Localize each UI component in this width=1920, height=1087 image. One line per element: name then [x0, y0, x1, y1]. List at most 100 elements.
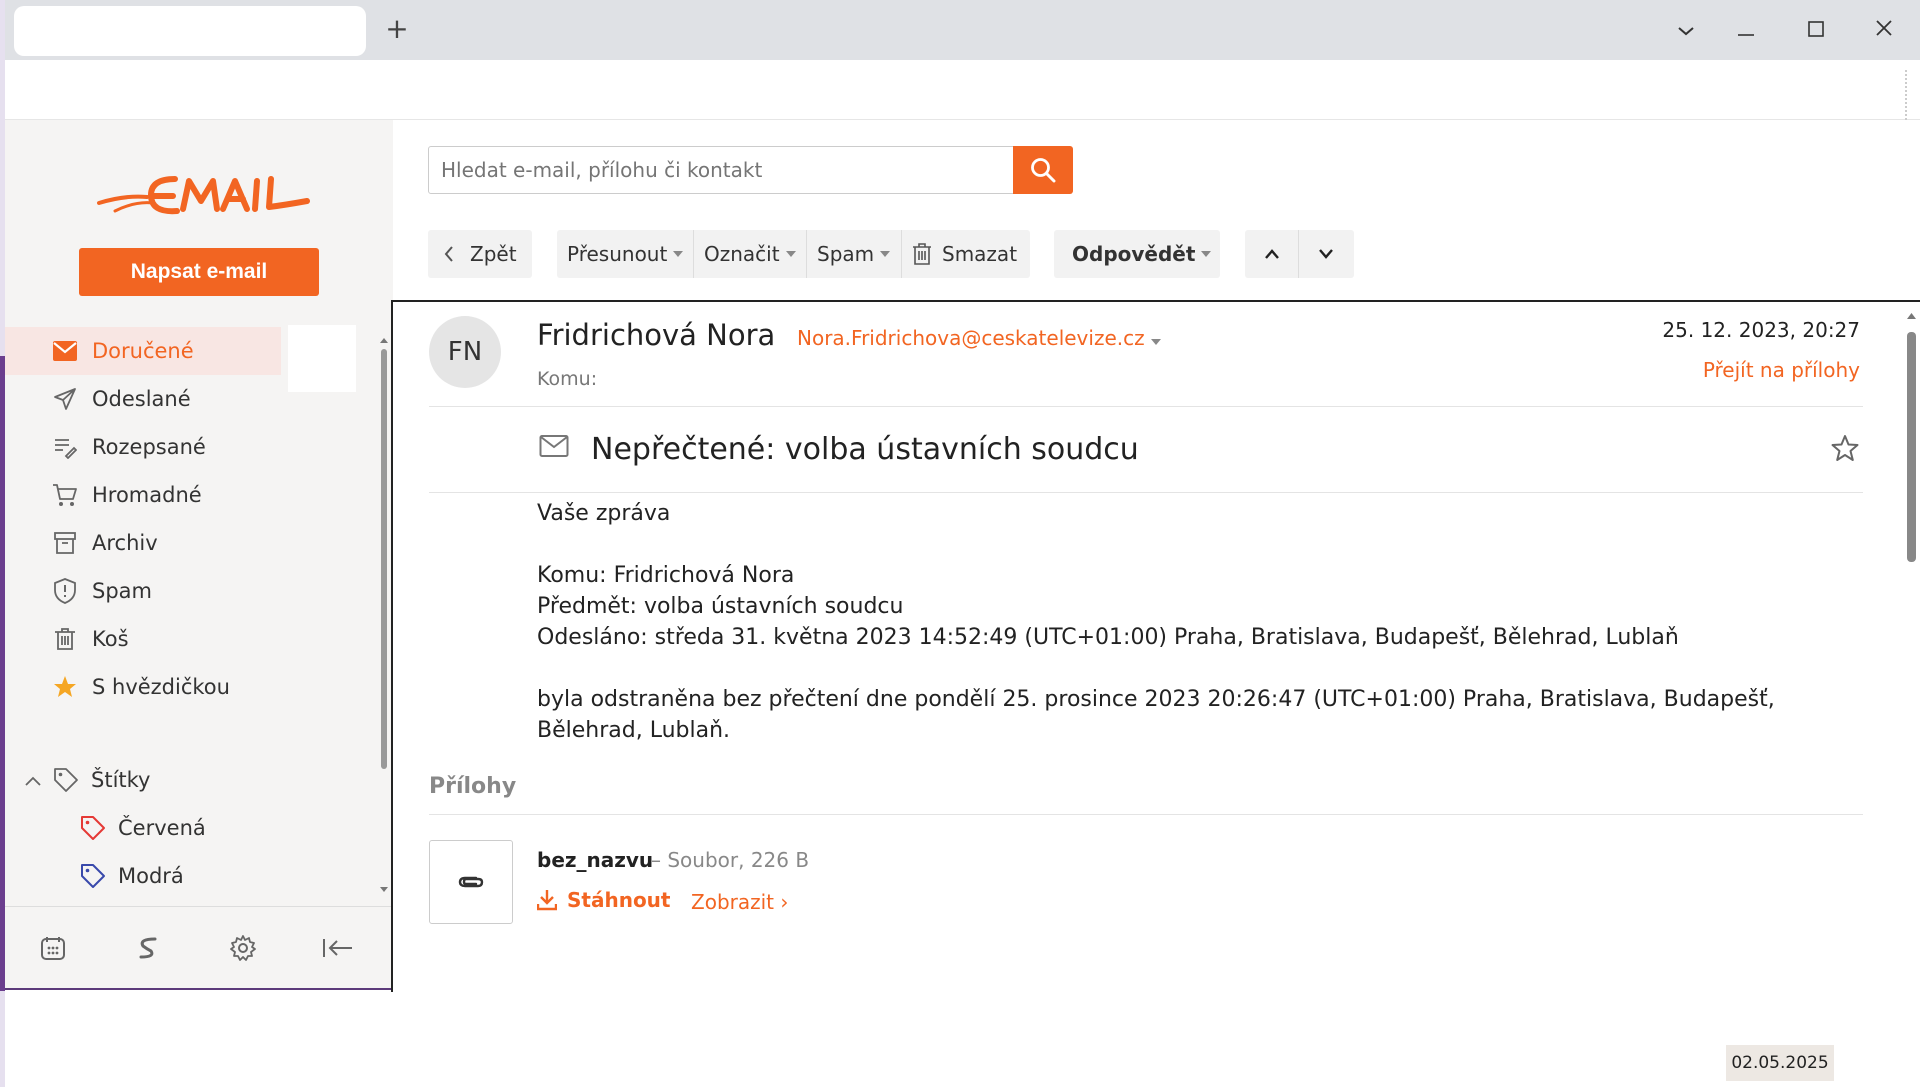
inbox-icon — [50, 336, 80, 366]
sidebar-item-label: Hromadné — [92, 483, 202, 507]
blue-tag-icon — [80, 863, 106, 889]
minimize-icon[interactable] — [1726, 14, 1766, 48]
new-tab-button[interactable]: + — [382, 12, 412, 46]
taskbar-date: 02.05.2025 — [1726, 1045, 1834, 1081]
sidebar-item-starred[interactable]: S hvězdičkou — [5, 663, 375, 711]
search-button[interactable] — [1013, 146, 1073, 194]
envelope-icon — [539, 434, 569, 462]
reader-scrollbar[interactable] — [1903, 302, 1920, 922]
close-icon[interactable] — [1864, 14, 1904, 48]
tab-list-dropdown-icon[interactable] — [1666, 14, 1706, 48]
chevron-up-icon — [1264, 249, 1280, 259]
back-button[interactable]: Zpět — [428, 230, 532, 278]
browser-menu-icon[interactable] — [1905, 70, 1908, 120]
email-logo[interactable] — [95, 165, 310, 225]
delete-label: Smazat — [942, 242, 1018, 266]
star-outline-icon[interactable] — [1831, 434, 1859, 466]
sidebar-item-trash[interactable]: Koš — [5, 615, 375, 663]
move-label: Přesunout — [567, 242, 668, 266]
sidebar-item-label: S hvězdičkou — [92, 675, 230, 699]
search-icon — [1030, 157, 1056, 183]
reply-label: Odpovědět — [1072, 242, 1196, 266]
sidebar-item-label: Archiv — [92, 531, 158, 555]
body-line: Předmět: volba ústavních soudcu — [537, 594, 904, 619]
sidebar-scrollbar-thumb[interactable] — [381, 349, 387, 769]
sidebar-item-label: Koš — [92, 627, 129, 651]
attachments-header: Přílohy — [429, 774, 517, 799]
message-reader: FN Fridrichová Nora Nora.Fridrichova@ces… — [391, 300, 1920, 992]
label-item-text: Červená — [118, 816, 206, 840]
labels-header[interactable]: Štítky — [25, 756, 150, 804]
send-icon — [50, 384, 80, 414]
chevron-down-icon — [1318, 249, 1334, 259]
cart-icon — [50, 480, 80, 510]
label-item-red[interactable]: Červená — [80, 804, 206, 852]
spam-label: Spam — [817, 242, 875, 266]
divider — [429, 492, 1863, 493]
sidebar-item-inbox[interactable]: Doručené — [5, 327, 281, 375]
sidebar-item-label: Odeslané — [92, 387, 191, 411]
download-icon — [537, 889, 557, 911]
settings-icon[interactable] — [195, 934, 290, 962]
reader-scrollbar-thumb[interactable] — [1907, 332, 1916, 562]
sidebar-item-archive[interactable]: Archiv — [5, 519, 375, 567]
draft-icon — [50, 432, 80, 462]
body-line: Odesláno: středa 31. května 2023 14:52:4… — [537, 625, 1679, 650]
label-item-blue[interactable]: Modrá — [80, 852, 184, 900]
sidebar-item-drafts[interactable]: Rozepsané — [5, 423, 375, 471]
view-attachment-link[interactable]: Zobrazit › — [691, 890, 788, 914]
label-item-text: Modrá — [118, 864, 184, 888]
goto-attachments-link[interactable]: Přejít na přílohy — [1703, 358, 1860, 382]
attachment-meta: – Soubor, 226 B — [651, 848, 810, 872]
browser-toolbar — [5, 60, 1920, 120]
message-body: Vaše zpráva Komu: Fridrichová Nora Předm… — [537, 498, 1867, 746]
browser-tab-bar: + — [0, 0, 1920, 60]
spam-button[interactable]: Spam — [807, 230, 902, 278]
tag-icon — [53, 767, 79, 793]
caret-down-icon — [673, 251, 684, 257]
reply-button[interactable]: Odpovědět — [1054, 230, 1220, 278]
s-brand-icon[interactable] — [100, 935, 195, 961]
collapse-sidebar-icon[interactable] — [290, 937, 385, 959]
maximize-icon[interactable] — [1796, 14, 1836, 48]
previous-message-button[interactable] — [1245, 230, 1299, 278]
delete-button[interactable]: Smazat — [902, 230, 1030, 278]
labels-header-text: Štítky — [91, 768, 151, 792]
body-line: byla odstraněna bez přečtení dne pondělí… — [537, 687, 1775, 743]
next-message-button[interactable] — [1299, 230, 1353, 278]
body-line: Komu: Fridrichová Nora — [537, 563, 795, 588]
avatar: FN — [429, 316, 501, 388]
sidebar-item-label: Rozepsané — [92, 435, 206, 459]
star-icon — [50, 672, 80, 702]
hover-highlight — [288, 325, 356, 392]
compose-button[interactable]: Napsat e-mail — [79, 248, 319, 296]
divider — [429, 406, 1863, 407]
mark-button[interactable]: Označit — [694, 230, 807, 278]
browser-tab[interactable] — [14, 6, 366, 56]
sender-email[interactable]: Nora.Fridrichova@ceskatelevize.cz — [797, 326, 1161, 350]
red-tag-icon — [80, 815, 106, 841]
sidebar-scrollbar[interactable] — [378, 335, 390, 895]
calendar-icon[interactable] — [5, 935, 100, 961]
message-nav-group — [1245, 230, 1354, 278]
mark-label: Označit — [704, 242, 780, 266]
trash-icon — [912, 243, 932, 265]
sidebar: Napsat e-mail Doručené Odeslané Rozepsan… — [5, 120, 393, 990]
attachment-thumbnail[interactable] — [429, 840, 513, 924]
sidebar-item-bulk[interactable]: Hromadné — [5, 471, 375, 519]
sidebar-item-spam[interactable]: Spam — [5, 567, 375, 615]
archive-icon — [50, 528, 80, 558]
attachment-name: bez_nazvu — [537, 848, 654, 872]
sidebar-item-label: Doručené — [92, 339, 194, 363]
sender-email-text: Nora.Fridrichova@ceskatelevize.cz — [797, 326, 1145, 350]
caret-down-icon — [1201, 251, 1212, 257]
to-label: Komu: — [537, 368, 598, 390]
move-button[interactable]: Přesunout — [557, 230, 694, 278]
trash-icon — [50, 624, 80, 654]
sender-name[interactable]: Fridrichová Nora — [537, 318, 775, 352]
message-actions-group: Přesunout Označit Spam Smazat — [557, 230, 1030, 278]
sidebar-item-label: Spam — [92, 579, 152, 603]
sidebar-footer — [5, 906, 393, 988]
search-input[interactable] — [428, 146, 1014, 194]
download-button[interactable]: Stáhnout — [537, 888, 670, 912]
